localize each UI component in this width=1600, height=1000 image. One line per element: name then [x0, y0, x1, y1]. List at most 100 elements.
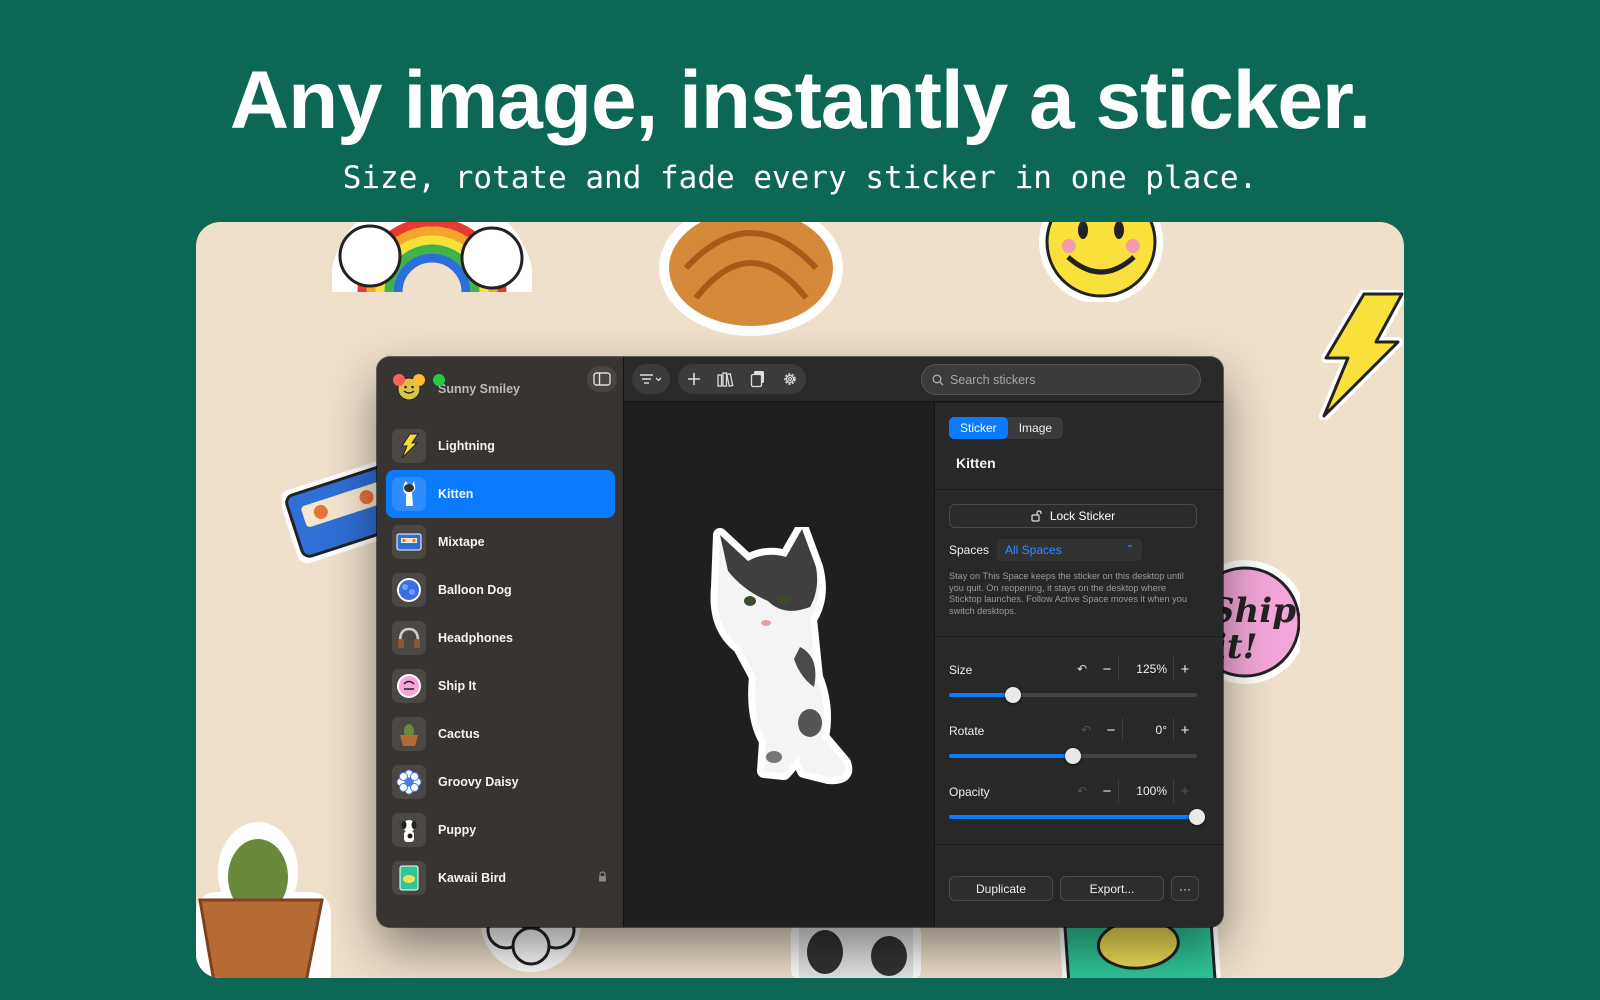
rotate-value[interactable]: 0° — [1122, 718, 1174, 742]
search-input[interactable] — [950, 372, 1180, 387]
headline: Any image, instantly a sticker. — [229, 55, 1371, 146]
opacity-value[interactable]: 100% — [1118, 779, 1174, 803]
lock-sticker-label: Lock Sticker — [1049, 509, 1116, 523]
size-value[interactable]: 125% — [1118, 657, 1174, 681]
sidebar: Sunny Smiley Lightning Kitten Mixtape Ba… — [377, 357, 624, 927]
spaces-select[interactable]: All Spaces ⌃ — [997, 539, 1142, 561]
opacity-slider[interactable] — [949, 809, 1205, 825]
filter-menu-button[interactable] — [632, 364, 670, 394]
size-slider-fill — [949, 693, 1014, 697]
balloon-dog-icon — [392, 573, 426, 607]
puppy-sticker — [791, 922, 921, 978]
kitten-icon — [392, 477, 426, 511]
divider — [935, 636, 1223, 637]
croissant-sticker — [659, 222, 843, 336]
paste-button[interactable] — [742, 364, 774, 394]
add-sticker-button[interactable] — [678, 364, 710, 394]
size-slider[interactable] — [949, 687, 1197, 703]
spaces-label: Spaces — [949, 543, 990, 557]
sidebar-item-kawaii-bird[interactable]: Kawaii Bird — [386, 854, 615, 902]
paste-icon — [750, 371, 764, 388]
rotate-reset-icon[interactable]: ↶ — [1081, 723, 1091, 737]
spaces-help-text: Stay on This Space keeps the sticker on … — [949, 571, 1187, 616]
library-icon — [717, 372, 734, 387]
sidebar-item-ship-it[interactable]: Ship It — [386, 662, 615, 710]
search-field[interactable] — [921, 364, 1201, 395]
rotate-increase-button[interactable]: + — [1174, 718, 1196, 742]
sidebar-item-balloon-dog[interactable]: Balloon Dog — [386, 566, 615, 614]
sidebar-item-cactus[interactable]: Cactus — [386, 710, 615, 758]
opacity-decrease-button[interactable]: − — [1096, 779, 1118, 803]
rotate-slider-knob[interactable] — [1065, 748, 1081, 764]
sticker-name: Kitten — [956, 455, 996, 471]
library-button[interactable] — [710, 364, 742, 394]
sidebar-item-kitten[interactable]: Kitten — [386, 470, 615, 518]
lightning-icon — [392, 429, 426, 463]
more-options-button[interactable]: ··· — [1171, 876, 1199, 901]
sidebar-icon — [593, 372, 611, 386]
app-window: Sunny Smiley Lightning Kitten Mixtape Ba… — [377, 357, 1223, 927]
rotate-slider[interactable] — [949, 748, 1197, 764]
export-button[interactable]: Export... — [1060, 876, 1164, 901]
sticker-preview-canvas — [624, 403, 934, 927]
tab-image[interactable]: Image — [1008, 417, 1063, 439]
sidebar-item-label: Kawaii Bird — [438, 871, 507, 885]
size-decrease-button[interactable]: − — [1096, 657, 1118, 681]
headphones-icon — [392, 621, 426, 655]
toolbar — [624, 357, 1223, 402]
size-label: Size — [949, 663, 973, 677]
cassette-sticker — [282, 459, 392, 564]
sidebar-item-groovy-daisy[interactable]: Groovy Daisy — [386, 758, 615, 806]
opacity-stepper: − 100% + — [1096, 779, 1196, 803]
settings-button[interactable] — [774, 364, 806, 394]
sidebar-item-mixtape[interactable]: Mixtape — [386, 518, 615, 566]
sidebar-item-puppy[interactable]: Puppy — [386, 806, 615, 854]
sidebar-item-label: Kitten — [438, 487, 474, 501]
cactus-icon — [392, 717, 426, 751]
opacity-label: Opacity — [949, 785, 990, 799]
desktop-backdrop: Ship it! Sunny Smiley Lightning Kitten M… — [196, 222, 1404, 978]
size-stepper: − 125% + — [1096, 657, 1196, 681]
inspector-tabs: Sticker Image — [949, 417, 1064, 439]
lightning-sticker — [1319, 290, 1404, 420]
sidebar-item-label: Groovy Daisy — [438, 775, 519, 789]
lock-sticker-button[interactable]: Lock Sticker — [949, 504, 1197, 528]
tab-sticker[interactable]: Sticker — [949, 417, 1008, 439]
sidebar-item-label: Sunny Smiley — [438, 382, 520, 396]
rotate-stepper: − 0° + — [1100, 718, 1196, 742]
cassette-icon — [392, 525, 426, 559]
sidebar-item-label: Lightning — [438, 439, 495, 453]
rainbow-sticker — [332, 222, 532, 292]
lock-icon — [598, 871, 607, 885]
inspector-panel: Sticker Image Kitten Lock Sticker Spaces… — [934, 403, 1223, 927]
opacity-increase-button[interactable]: + — [1174, 779, 1196, 803]
gear-icon — [784, 373, 796, 385]
opacity-reset-icon[interactable]: ↶ — [1077, 784, 1087, 798]
sidebar-item-headphones[interactable]: Headphones — [386, 614, 615, 662]
sidebar-toggle-button[interactable] — [587, 366, 617, 392]
daisy-icon — [392, 765, 426, 799]
size-slider-knob[interactable] — [1005, 687, 1022, 703]
chevron-up-down-icon: ⌃ — [1125, 544, 1134, 555]
sidebar-item-label: Headphones — [438, 631, 514, 645]
filter-icon — [640, 374, 662, 384]
close-window-button[interactable] — [393, 374, 405, 386]
zoom-window-button[interactable] — [433, 374, 445, 386]
opacity-slider-knob[interactable] — [1189, 809, 1205, 825]
spaces-value: All Spaces — [1005, 543, 1062, 557]
duplicate-button[interactable]: Duplicate — [949, 876, 1053, 901]
cactus-sticker — [196, 822, 331, 978]
add-icon — [688, 373, 700, 385]
minimize-window-button[interactable] — [413, 374, 425, 386]
toolbar-actions — [678, 364, 806, 394]
kitten-sticker-preview[interactable] — [704, 527, 854, 787]
sidebar-item-lightning[interactable]: Lightning — [386, 422, 615, 470]
rotate-decrease-button[interactable]: − — [1100, 718, 1122, 742]
size-reset-icon[interactable]: ↶ — [1077, 662, 1087, 676]
size-increase-button[interactable]: + — [1174, 657, 1196, 681]
search-icon — [932, 374, 944, 385]
divider — [935, 844, 1223, 845]
bird-icon — [392, 861, 426, 895]
smiley-sticker — [1039, 222, 1163, 302]
subheadline: Size, rotate and fade every sticker in o… — [342, 160, 1258, 196]
